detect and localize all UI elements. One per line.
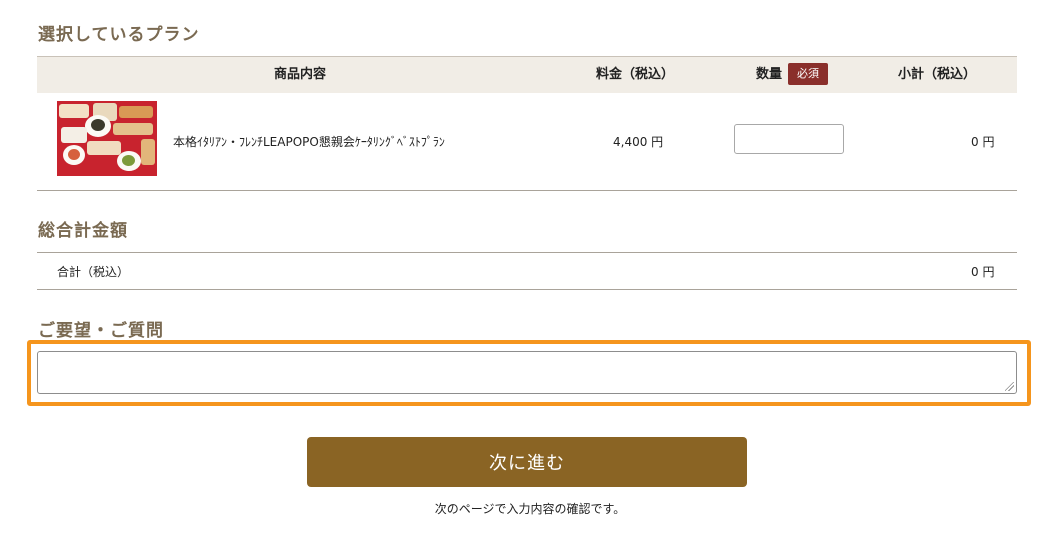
plan-table-header: 商品内容 料金（税込） 数量 必須 小計（税込） — [37, 57, 1017, 93]
header-subtotal: 小計（税込） — [897, 67, 976, 82]
total-value: 0 円 — [971, 265, 995, 279]
header-quantity: 数量 必須 — [737, 57, 847, 93]
textarea-resize-handle[interactable] — [1005, 382, 1016, 393]
header-quantity-label: 数量 — [755, 67, 782, 82]
total-row: 合計（税込） 0 円 — [37, 252, 1017, 290]
quantity-input[interactable] — [734, 124, 844, 154]
confirmation-note: 次のページで入力内容の確認です。 — [434, 502, 626, 516]
request-section-title: ご要望・ご質問 — [38, 321, 164, 341]
plan-table: 商品内容 料金（税込） 数量 必須 小計（税込） 本格ｲﾀﾘｱﾝ・ﾌﾚﾝﾁLEAP… — [37, 56, 1017, 191]
product-price: 4,400 円 — [613, 135, 664, 149]
plan-section-title: 選択しているプラン — [38, 25, 200, 45]
next-button[interactable]: 次に進む — [307, 437, 747, 487]
total-label: 合計（税込） — [57, 265, 130, 279]
header-price: 料金（税込） — [595, 67, 674, 82]
product-subtotal: 0 円 — [971, 135, 995, 149]
required-badge: 必須 — [788, 62, 828, 85]
product-name: 本格ｲﾀﾘｱﾝ・ﾌﾚﾝﾁLEAPOPO懇親会ｹｰﾀﾘﾝｸﾞﾍﾞｽﾄﾌﾟﾗﾝ — [173, 135, 445, 149]
total-section-title: 総合計金額 — [38, 221, 128, 241]
request-textarea[interactable] — [37, 351, 1017, 394]
header-product: 商品内容 — [273, 67, 326, 82]
product-image — [57, 101, 157, 176]
